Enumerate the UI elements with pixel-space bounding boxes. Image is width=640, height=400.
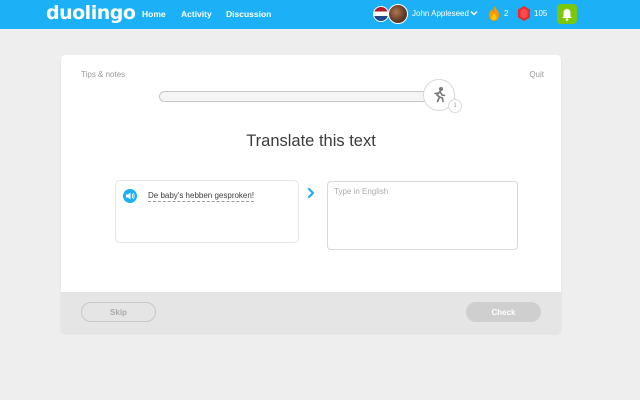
duolingo-logo[interactable]: duolingo — [46, 2, 135, 24]
nav-home-link[interactable]: Home — [142, 9, 166, 19]
gem-count[interactable]: 105 — [534, 9, 547, 19]
speaker-button[interactable] — [123, 189, 137, 203]
avatar[interactable] — [388, 4, 408, 24]
chevron-down-icon[interactable] — [469, 8, 479, 18]
quit-link[interactable]: Quit — [529, 70, 544, 80]
running-figure-icon — [430, 86, 448, 104]
top-nav-bar: duolingo Home Activity Discussion John A… — [0, 0, 640, 29]
notifications-button[interactable] — [557, 4, 577, 24]
nav-activity-link[interactable]: Activity — [181, 9, 212, 19]
check-button[interactable]: Check — [466, 302, 541, 322]
lesson-footer: Skip Check — [61, 292, 561, 333]
streak-count[interactable]: 2 — [504, 9, 508, 19]
prompt-sentence[interactable]: De baby's hebben gesproken! — [148, 190, 254, 202]
runner-badge: 1 — [448, 99, 462, 113]
lingot-gem-icon[interactable] — [518, 6, 530, 21]
nav-discussion-link[interactable]: Discussion — [226, 9, 271, 19]
bell-icon — [561, 8, 573, 21]
challenge-title: Translate this text — [61, 131, 561, 151]
skip-button[interactable]: Skip — [81, 302, 156, 322]
answer-input[interactable] — [327, 181, 518, 250]
username-label[interactable]: John Appleseed — [412, 9, 469, 19]
tips-notes-link[interactable]: Tips & notes — [81, 70, 125, 80]
flame-icon[interactable] — [488, 6, 500, 21]
dutch-flag-icon[interactable] — [373, 6, 389, 22]
prompt-box: De baby's hebben gesproken! — [115, 180, 299, 243]
lesson-progress-bar — [159, 91, 441, 102]
lesson-card: Tips & notes Quit 1 Translate this text … — [61, 55, 561, 333]
speaker-icon — [126, 192, 135, 200]
chevron-right-icon — [306, 187, 316, 199]
